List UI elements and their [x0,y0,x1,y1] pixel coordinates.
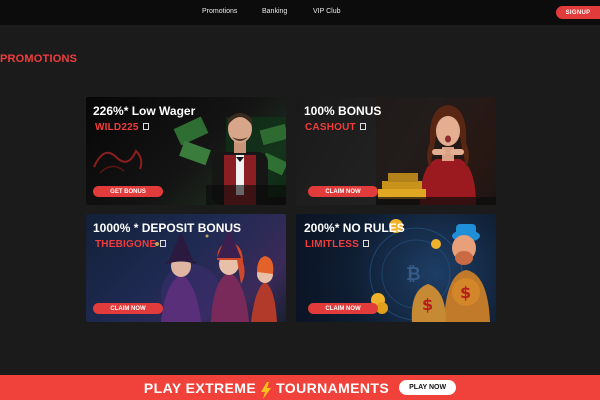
promo-card-low-wager[interactable]: 226%* Low Wager WILD225 GET BONUS [86,97,286,205]
map-scribble-decoration [93,149,143,174]
promo-card-100-bonus[interactable]: 100% BONUS CASHOUT CLAIM NOW [296,97,496,205]
lightning-bolt-icon [261,382,272,399]
page-title: PROMOTIONS [0,53,78,65]
promo-code: THEBIGONE [95,239,167,250]
promo-code: LIMITLESS [305,239,370,250]
tournament-banner[interactable]: PLAY EXTREME TOURNAMENTS PLAY NOW [0,375,600,400]
play-now-button[interactable]: PLAY NOW [399,380,457,395]
copy-icon[interactable] [160,240,167,247]
claim-now-button[interactable]: CLAIM NOW [308,303,378,314]
signup-button[interactable]: SIGNUP [556,6,600,19]
claim-now-button[interactable]: CLAIM NOW [308,186,378,197]
copy-icon[interactable] [359,123,366,130]
svg-text:₿: ₿ [406,264,421,285]
card-title: 1000% * DEPOSIT BONUS [93,221,242,235]
promo-card-deposit-bonus[interactable]: 1000% * DEPOSIT BONUS THEBIGONE CLAIM NO… [86,214,286,322]
promo-code: WILD225 [95,122,149,133]
promo-card-no-rules[interactable]: ₿ $ $ 200%* NO RULES LIMITLESS CLAIM NOW [296,214,496,322]
woman-with-gold-illustration [376,97,496,205]
card-title: 100% BONUS [304,104,382,118]
nav-vip-club[interactable]: VIP Club [313,8,341,15]
svg-text:$: $ [460,283,471,302]
card-title: 226%* Low Wager [93,104,196,118]
nav-banking[interactable]: Banking [262,8,287,15]
top-navbar: Promotions Banking VIP Club SIGNUP [0,0,600,25]
nav-promotions[interactable]: Promotions [202,8,237,15]
claim-now-button[interactable]: CLAIM NOW [93,303,163,314]
banner-text-right: TOURNAMENTS [276,379,390,396]
promo-code: CASHOUT [305,122,366,133]
get-bonus-button[interactable]: GET BONUS [93,186,163,197]
svg-text:$: $ [422,295,433,314]
copy-icon[interactable] [363,240,370,247]
copy-icon[interactable] [142,123,149,130]
banner-text-left: PLAY EXTREME [143,379,257,396]
card-title: 200%* NO RULES [304,221,405,235]
